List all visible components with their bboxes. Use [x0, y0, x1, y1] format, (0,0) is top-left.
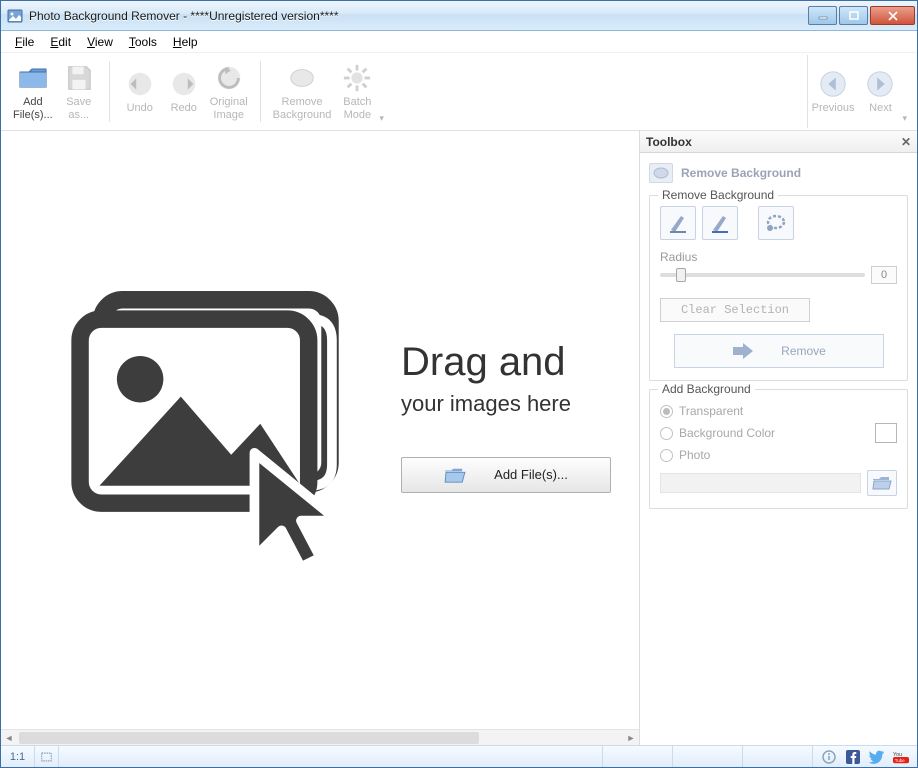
maximize-button[interactable] [839, 6, 868, 25]
twitter-icon[interactable] [869, 749, 885, 765]
bg-color-swatch[interactable] [875, 423, 897, 443]
browse-bg-photo-button[interactable] [867, 470, 897, 496]
ellipse-icon [649, 163, 673, 183]
save-as-button[interactable]: Save as... [57, 56, 101, 128]
slider-knob[interactable] [676, 268, 686, 282]
titlebar: Photo Background Remover - ****Unregiste… [1, 1, 917, 31]
menu-tools[interactable]: Tools [121, 33, 165, 51]
add-files-main-button[interactable]: Add File(s)... [401, 457, 611, 493]
toolbar-overflow-indicator[interactable]: ▾ [902, 113, 907, 128]
bg-option-color-label: Background Color [679, 426, 775, 440]
remove-bg-icon [286, 62, 318, 94]
zoom-ratio[interactable]: 1:1 [1, 746, 35, 767]
menu-file[interactable]: File [7, 33, 42, 51]
remove-bg-legend: Remove Background [658, 188, 778, 202]
toolbox-title: Toolbox [646, 135, 692, 149]
fit-screen-button[interactable] [35, 746, 59, 767]
scroll-right-arrow[interactable]: ► [623, 730, 639, 745]
youtube-icon[interactable]: YouTube [893, 749, 909, 765]
radio-icon [660, 449, 673, 462]
radius-label: Radius [660, 250, 897, 264]
radius-slider[interactable] [660, 273, 865, 277]
lasso-tool[interactable] [758, 206, 794, 240]
previous-icon [817, 68, 849, 100]
window-controls [806, 6, 915, 25]
scroll-thumb[interactable] [19, 732, 479, 744]
add-files-main-label: Add File(s)... [494, 467, 568, 482]
radio-icon [660, 405, 673, 418]
clear-selection-button[interactable]: Clear Selection [660, 298, 810, 322]
svg-text:Tube: Tube [895, 757, 905, 762]
facebook-icon[interactable] [845, 749, 861, 765]
bg-option-transparent-label: Transparent [679, 404, 743, 418]
drop-image-icon [51, 261, 361, 571]
toolbox-panel: Toolbox ✕ Remove Background Remove Backg… [639, 131, 917, 745]
batch-mode-button[interactable]: Batch Mode [335, 56, 379, 128]
scroll-left-arrow[interactable]: ◄ [1, 730, 17, 745]
minimize-button[interactable] [808, 6, 837, 25]
toolbox-header: Toolbox ✕ [640, 131, 917, 153]
bg-option-transparent[interactable]: Transparent [660, 400, 897, 422]
menu-help[interactable]: Help [165, 33, 206, 51]
drop-text-secondary: your images here [401, 391, 611, 417]
folder-open-icon [444, 466, 466, 484]
fit-screen-icon [41, 751, 52, 763]
info-icon[interactable] [821, 749, 837, 765]
previous-button[interactable]: Previous [808, 56, 859, 128]
drop-text-primary: Drag and [401, 340, 611, 385]
undo-button[interactable]: Undo [118, 56, 162, 128]
canvas-area: Drag and your images here Add File(s)...… [1, 131, 639, 745]
save-icon [63, 62, 95, 94]
bg-option-color[interactable]: Background Color [660, 422, 897, 444]
toolbar-separator [260, 61, 261, 122]
next-icon [864, 68, 896, 100]
statusbar: 1:1 YouTube [1, 745, 917, 767]
remove-background-group: Remove Background Radius [649, 195, 908, 381]
batch-mode-icon [341, 62, 373, 94]
redo-button[interactable]: Redo [162, 56, 206, 128]
mark-foreground-tool[interactable] [660, 206, 696, 240]
undo-icon [124, 68, 156, 100]
drop-hint: Drag and your images here Add File(s)... [51, 261, 611, 571]
next-button[interactable]: Next [858, 56, 902, 128]
menu-edit[interactable]: Edit [42, 33, 79, 51]
add-bg-legend: Add Background [658, 382, 755, 396]
remove-button[interactable]: Remove [674, 334, 884, 368]
toolbox-section-title: Remove Background [681, 166, 801, 180]
window-title: Photo Background Remover - ****Unregiste… [29, 9, 806, 23]
folder-icon [872, 475, 892, 491]
folder-add-icon [17, 62, 49, 94]
menu-view[interactable]: View [79, 33, 121, 51]
application-window: Photo Background Remover - ****Unregiste… [0, 0, 918, 768]
toolbar: Add File(s)... Save as... Undo R [1, 53, 917, 131]
app-icon [7, 8, 23, 24]
main-area: Drag and your images here Add File(s)...… [1, 131, 917, 745]
toolbox-close-button[interactable]: ✕ [901, 135, 911, 149]
bg-option-photo-label: Photo [679, 448, 710, 462]
close-button[interactable] [870, 6, 915, 25]
menubar: File Edit View Tools Help [1, 31, 917, 53]
redo-icon [168, 68, 200, 100]
radius-value[interactable]: 0 [871, 266, 897, 284]
horizontal-scrollbar[interactable]: ◄ ► [1, 729, 639, 745]
bg-photo-path-input[interactable] [660, 473, 861, 493]
toolbar-separator [109, 61, 110, 122]
add-files-button[interactable]: Add File(s)... [9, 56, 57, 128]
radio-icon [660, 427, 673, 440]
remove-button-label: Remove [781, 344, 826, 358]
remove-background-button[interactable]: Remove Background [269, 56, 336, 128]
drop-zone[interactable]: Drag and your images here Add File(s)... [1, 131, 639, 729]
original-image-icon [213, 62, 245, 94]
toolbar-overflow-indicator[interactable]: ▾ [379, 113, 384, 128]
original-image-button[interactable]: Original Image [206, 56, 252, 128]
mark-background-tool[interactable] [702, 206, 738, 240]
bg-option-photo[interactable]: Photo [660, 444, 897, 466]
add-background-group: Add Background Transparent Background Co… [649, 389, 908, 509]
toolbox-section-header: Remove Background [649, 159, 908, 187]
arrow-right-icon [731, 342, 755, 360]
